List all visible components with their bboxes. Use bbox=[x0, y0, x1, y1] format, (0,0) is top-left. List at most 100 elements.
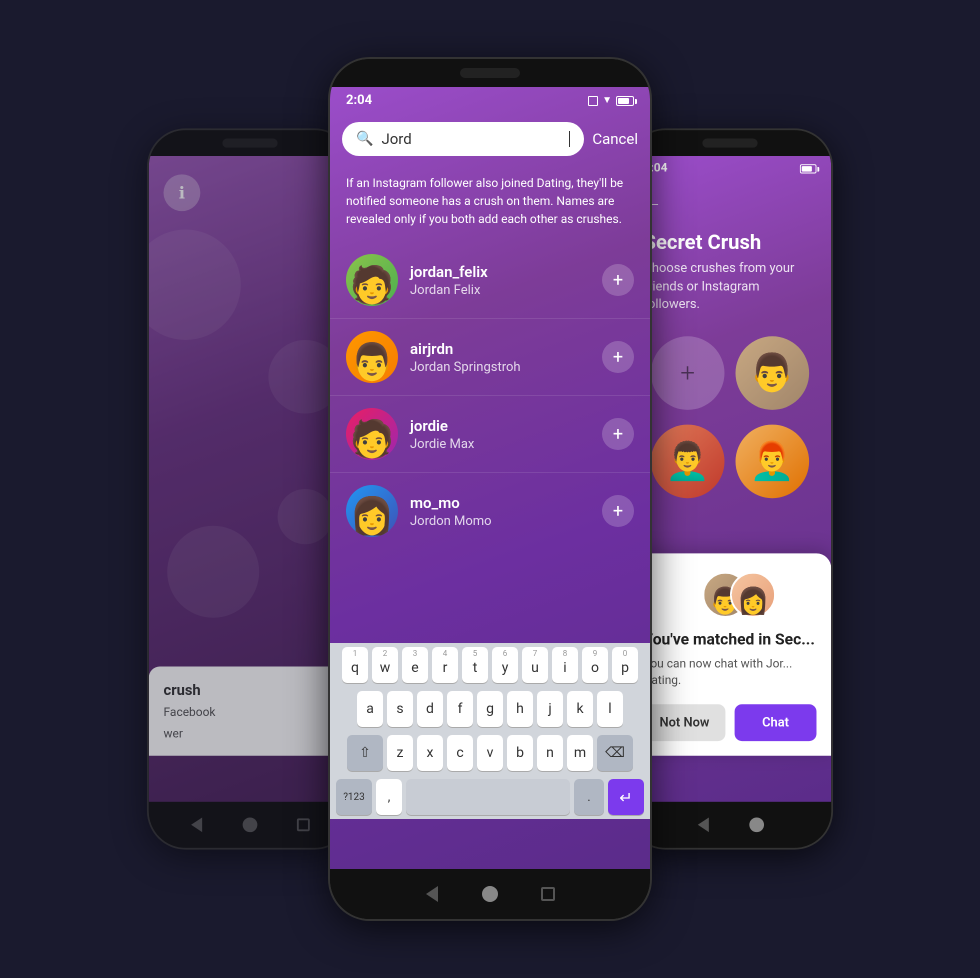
nav-home-center[interactable] bbox=[481, 885, 499, 903]
info-text: If an Instagram follower also joined Dat… bbox=[330, 164, 650, 242]
keyboard-row-2: a s d f g h j k l bbox=[330, 687, 650, 731]
nav-circle-icon bbox=[243, 817, 258, 832]
key-s[interactable]: s bbox=[387, 691, 413, 727]
battery-icon bbox=[616, 96, 634, 106]
key-f[interactable]: f bbox=[447, 691, 473, 727]
user-item-3[interactable]: 👩 mo_mo Jordon Momo + bbox=[330, 473, 650, 549]
keyboard-row-numbers: 1q 2w 3e 4r 5t 6y 7u 8i 9o 0p bbox=[330, 643, 650, 687]
crush-avatar-2: 👨‍🦱 bbox=[665, 440, 711, 483]
key-w[interactable]: 2w bbox=[372, 647, 398, 683]
nav-recents-center[interactable] bbox=[539, 885, 557, 903]
user-name-2: Jordie Max bbox=[410, 437, 590, 452]
key-t[interactable]: 5t bbox=[462, 647, 488, 683]
key-z[interactable]: z bbox=[387, 735, 413, 771]
key-h[interactable]: h bbox=[507, 691, 533, 727]
chat-button[interactable]: Chat bbox=[735, 704, 817, 741]
dialog-avatars: 👨 👩 bbox=[644, 571, 817, 617]
nav-circle-icon-r bbox=[749, 817, 764, 832]
info-icon: ℹ bbox=[164, 174, 201, 211]
user-item-0[interactable]: 🧑 jordan_felix Jordan Felix + bbox=[330, 242, 650, 319]
key-backspace[interactable]: ⌫ bbox=[597, 735, 633, 771]
key-k[interactable]: k bbox=[567, 691, 593, 727]
right-header: ← bbox=[629, 181, 831, 222]
keyboard: 1q 2w 3e 4r 5t 6y 7u 8i 9o 0p a s d f bbox=[330, 643, 650, 819]
key-a[interactable]: a bbox=[357, 691, 383, 727]
key-symbols[interactable]: ?123 bbox=[336, 779, 372, 815]
nav-recents-left[interactable] bbox=[295, 817, 312, 834]
add-button-2[interactable]: + bbox=[602, 418, 634, 450]
key-v[interactable]: v bbox=[477, 735, 503, 771]
key-p[interactable]: 0p bbox=[612, 647, 638, 683]
center-status-icons: ▼ bbox=[588, 95, 634, 106]
search-icon: 🔍 bbox=[356, 131, 373, 147]
add-button-3[interactable]: + bbox=[602, 495, 634, 527]
key-u[interactable]: 7u bbox=[522, 647, 548, 683]
key-shift[interactable]: ⇧ bbox=[347, 735, 383, 771]
avatar-face-2: 🧑 bbox=[346, 408, 398, 460]
text-cursor bbox=[569, 131, 570, 147]
key-period[interactable]: . bbox=[574, 779, 604, 815]
right-title: Secret Crush bbox=[629, 231, 831, 254]
key-l[interactable]: l bbox=[597, 691, 623, 727]
user-item-1[interactable]: 👨 airjrdn Jordan Springstroh + bbox=[330, 319, 650, 396]
notch-bar-right bbox=[702, 138, 757, 147]
user-info-3: mo_mo Jordon Momo bbox=[410, 494, 590, 529]
cancel-button[interactable]: Cancel bbox=[592, 130, 638, 148]
add-button-0[interactable]: + bbox=[602, 264, 634, 296]
left-card-label: wer bbox=[164, 727, 337, 741]
nav-back-right[interactable] bbox=[695, 817, 712, 834]
key-r[interactable]: 4r bbox=[432, 647, 458, 683]
user-info-0: jordan_felix Jordan Felix bbox=[410, 263, 590, 298]
key-b[interactable]: b bbox=[507, 735, 533, 771]
key-space[interactable] bbox=[406, 779, 570, 815]
add-button-1[interactable]: + bbox=[602, 341, 634, 373]
nav-triangle-icon-c bbox=[426, 886, 438, 902]
crush-person-1: 👨 bbox=[736, 336, 810, 410]
search-input-wrapper[interactable]: 🔍 Jord bbox=[342, 122, 584, 156]
key-enter[interactable]: ↵ bbox=[608, 779, 644, 815]
avatar-face-0: 🧑 bbox=[346, 254, 398, 306]
user-name-3: Jordon Momo bbox=[410, 514, 590, 529]
keyboard-row-3: ⇧ z x c v b n m ⌫ bbox=[330, 731, 650, 775]
key-j[interactable]: j bbox=[537, 691, 563, 727]
right-status-icons bbox=[800, 164, 817, 173]
key-g[interactable]: g bbox=[477, 691, 503, 727]
nav-back-center[interactable] bbox=[423, 885, 441, 903]
user-item-2[interactable]: 🧑 jordie Jordie Max + bbox=[330, 396, 650, 473]
key-e[interactable]: 3e bbox=[402, 647, 428, 683]
key-n[interactable]: n bbox=[537, 735, 563, 771]
search-bar-container: 🔍 Jord Cancel bbox=[330, 114, 650, 164]
crush-avatar-3: 👨‍🦰 bbox=[749, 440, 795, 483]
user-name-0: Jordan Felix bbox=[410, 283, 590, 298]
left-phone-screen: ℹ crush Facebook wer bbox=[149, 156, 351, 802]
dialog-face-2: 👩 bbox=[732, 573, 774, 615]
key-comma[interactable]: , bbox=[376, 779, 402, 815]
crush-person-3: 👨‍🦰 bbox=[736, 424, 810, 498]
key-q[interactable]: 1q bbox=[342, 647, 368, 683]
right-status-bar: 2:04 bbox=[629, 156, 831, 181]
user-handle-0: jordan_felix bbox=[410, 263, 590, 281]
nav-home-left[interactable] bbox=[242, 817, 259, 834]
search-value[interactable]: Jord bbox=[381, 130, 560, 148]
key-d[interactable]: d bbox=[417, 691, 443, 727]
add-crush-icon: + bbox=[680, 358, 695, 388]
crush-add-slot[interactable]: + bbox=[651, 336, 725, 410]
key-y[interactable]: 6y bbox=[492, 647, 518, 683]
right-phone-screen: 2:04 ← Secret Crush Choose crushes from … bbox=[629, 156, 831, 802]
key-c[interactable]: c bbox=[447, 735, 473, 771]
user-handle-2: jordie bbox=[410, 417, 590, 435]
key-o[interactable]: 9o bbox=[582, 647, 608, 683]
left-bottom-card: crush Facebook wer bbox=[149, 667, 351, 756]
key-m[interactable]: m bbox=[567, 735, 593, 771]
user-avatar-1: 👨 bbox=[346, 331, 398, 383]
center-status-bar: 2:04 ▼ bbox=[330, 87, 650, 114]
user-avatar-2: 🧑 bbox=[346, 408, 398, 460]
user-handle-3: mo_mo bbox=[410, 494, 590, 512]
user-handle-1: airjrdn bbox=[410, 340, 590, 358]
center-phone-screen: 2:04 ▼ 🔍 Jord Cancel If an Instagram fol… bbox=[330, 87, 650, 869]
nav-home-right[interactable] bbox=[748, 817, 765, 834]
nav-back-left[interactable] bbox=[188, 817, 205, 834]
key-x[interactable]: x bbox=[417, 735, 443, 771]
not-now-button[interactable]: Not Now bbox=[644, 704, 726, 741]
key-i[interactable]: 8i bbox=[552, 647, 578, 683]
